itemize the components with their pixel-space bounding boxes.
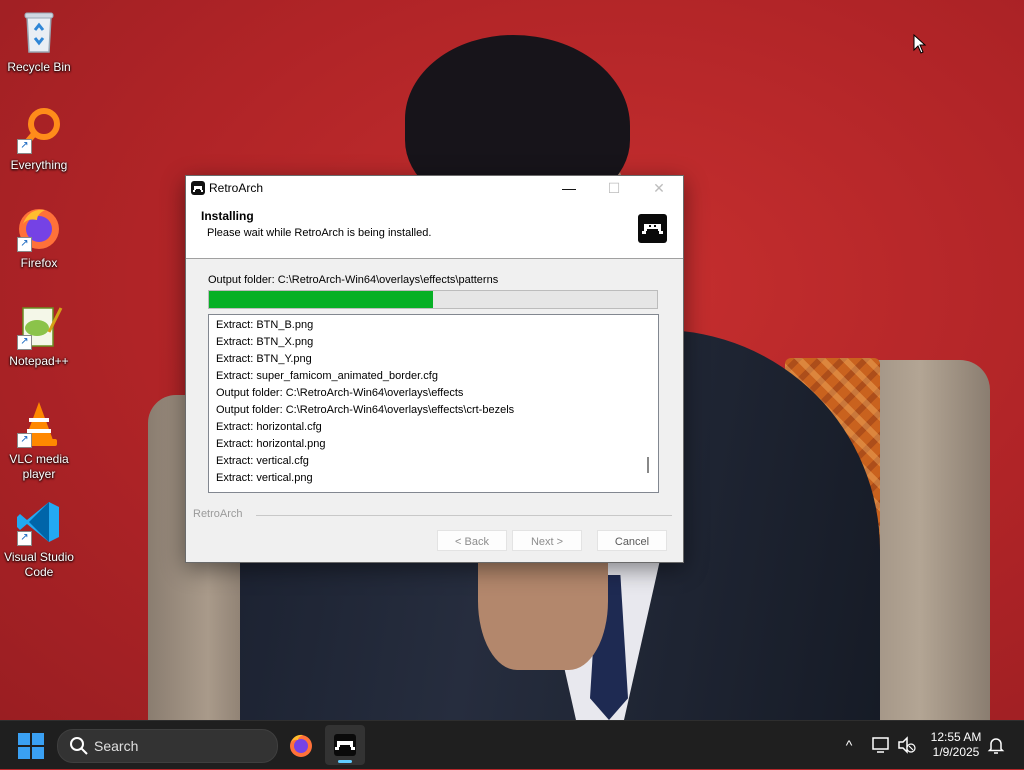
window-title: RetroArch — [209, 181, 264, 195]
log-line: Extract: super_famicom_animated_border.c… — [216, 370, 438, 382]
shortcut-arrow-icon: ↗ — [17, 433, 32, 448]
volume-muted-icon[interactable] — [896, 734, 918, 756]
desktop-icon-vscode[interactable]: ↗ Visual Studio Code — [0, 498, 78, 580]
next-button[interactable]: Next > — [512, 530, 582, 551]
show-hidden-icons-chevron[interactable]: ^ — [838, 734, 860, 756]
retroarch-logo-icon — [638, 214, 667, 243]
page-subtitle: Please wait while RetroArch is being ins… — [207, 227, 432, 239]
notification-bell-icon[interactable] — [985, 734, 1007, 756]
desktop-icon-label: Notepad++ — [9, 354, 69, 368]
desktop-icon-vlc[interactable]: ↗ VLC media player — [0, 400, 78, 482]
retroarch-taskbar-icon[interactable] — [325, 725, 365, 765]
system-clock[interactable]: 12:55 AM 1/9/2025 — [922, 730, 990, 760]
desktop-icon-label: Everything — [10, 158, 68, 172]
log-line: Extract: horizontal.cfg — [216, 421, 322, 433]
everything-search-icon: ↗ — [15, 106, 63, 154]
output-folder-status: Output folder: C:\RetroArch-Win64\overla… — [208, 274, 499, 286]
log-line: Extract: BTN_B.png — [216, 319, 314, 331]
desktop-icon-firefox[interactable]: ↗ Firefox — [0, 204, 78, 271]
firefox-taskbar-icon[interactable] — [281, 725, 321, 765]
taskbar-search-box[interactable]: Search — [57, 729, 278, 763]
vscode-icon: ↗ — [15, 498, 63, 546]
desktop-icon-label: Recycle Bin — [7, 60, 71, 74]
minimize-button[interactable]: — — [546, 176, 592, 201]
desktop-icon-label: Firefox — [20, 256, 58, 270]
desktop-icon-label: Visual Studio Code — [4, 550, 74, 579]
shortcut-arrow-icon: ↗ — [17, 237, 32, 252]
branding-text: RetroArch — [193, 508, 243, 520]
log-line: Extract: BTN_X.png — [216, 336, 314, 348]
log-line: Extract: vertical.cfg — [216, 455, 309, 467]
notepad-plus-plus-icon: ↗ — [15, 302, 63, 350]
desktop-icon-recycle-bin[interactable]: Recycle Bin — [0, 8, 78, 75]
search-icon — [69, 736, 89, 756]
shortcut-arrow-icon: ↗ — [17, 139, 32, 154]
firefox-icon: ↗ — [15, 204, 63, 252]
search-label: Search — [94, 738, 139, 754]
active-app-indicator — [338, 760, 352, 763]
shortcut-arrow-icon: ↗ — [17, 335, 32, 350]
windows-logo-icon — [18, 733, 30, 745]
maximize-button[interactable]: ☐ — [591, 176, 637, 201]
desktop-icon-label: VLC media player — [9, 452, 69, 481]
log-line: Extract: vertical.png — [216, 472, 313, 484]
install-progress-bar — [208, 290, 658, 309]
log-line: Extract: horizontal.png — [216, 438, 326, 450]
shortcut-arrow-icon: ↗ — [17, 531, 32, 546]
recycle-bin-icon — [15, 8, 63, 56]
log-scrollbar[interactable] — [641, 315, 658, 492]
vlc-icon: ↗ — [15, 400, 63, 448]
install-log-list[interactable]: Extract: BTN_B.png Extract: BTN_X.png Ex… — [208, 314, 659, 493]
log-line: Output folder: C:\RetroArch-Win64\overla… — [216, 404, 515, 416]
page-title: Installing — [201, 209, 254, 223]
clock-time: 12:55 AM — [930, 730, 982, 744]
log-line: Output folder: C:\RetroArch-Win64\overla… — [216, 387, 464, 399]
log-scrollbar-thumb[interactable] — [647, 457, 649, 473]
log-line: Extract: BTN_Y.png — [216, 353, 312, 365]
installer-header: Installing Please wait while RetroArch i… — [186, 201, 683, 259]
title-bar[interactable]: RetroArch — ☐ ✕ — [186, 176, 683, 201]
back-button[interactable]: < Back — [437, 530, 507, 551]
desktop-icon-everything[interactable]: ↗ Everything — [0, 106, 78, 173]
retroarch-icon — [191, 181, 205, 195]
installer-window: RetroArch — ☐ ✕ Installing Please wait w… — [185, 175, 684, 563]
desktop-icon-notepad-plus-plus[interactable]: ↗ Notepad++ — [0, 302, 78, 369]
start-button[interactable] — [18, 733, 44, 759]
taskbar: Search ^ 12:55 AM 1/9/2025 — [0, 720, 1024, 769]
progress-fill — [209, 291, 433, 308]
clock-date: 1/9/2025 — [932, 745, 980, 759]
mouse-pointer-icon — [913, 33, 927, 54]
close-button[interactable]: ✕ — [636, 176, 682, 201]
network-icon[interactable] — [870, 734, 892, 756]
branding-divider — [256, 515, 672, 516]
cancel-button[interactable]: Cancel — [597, 530, 667, 551]
